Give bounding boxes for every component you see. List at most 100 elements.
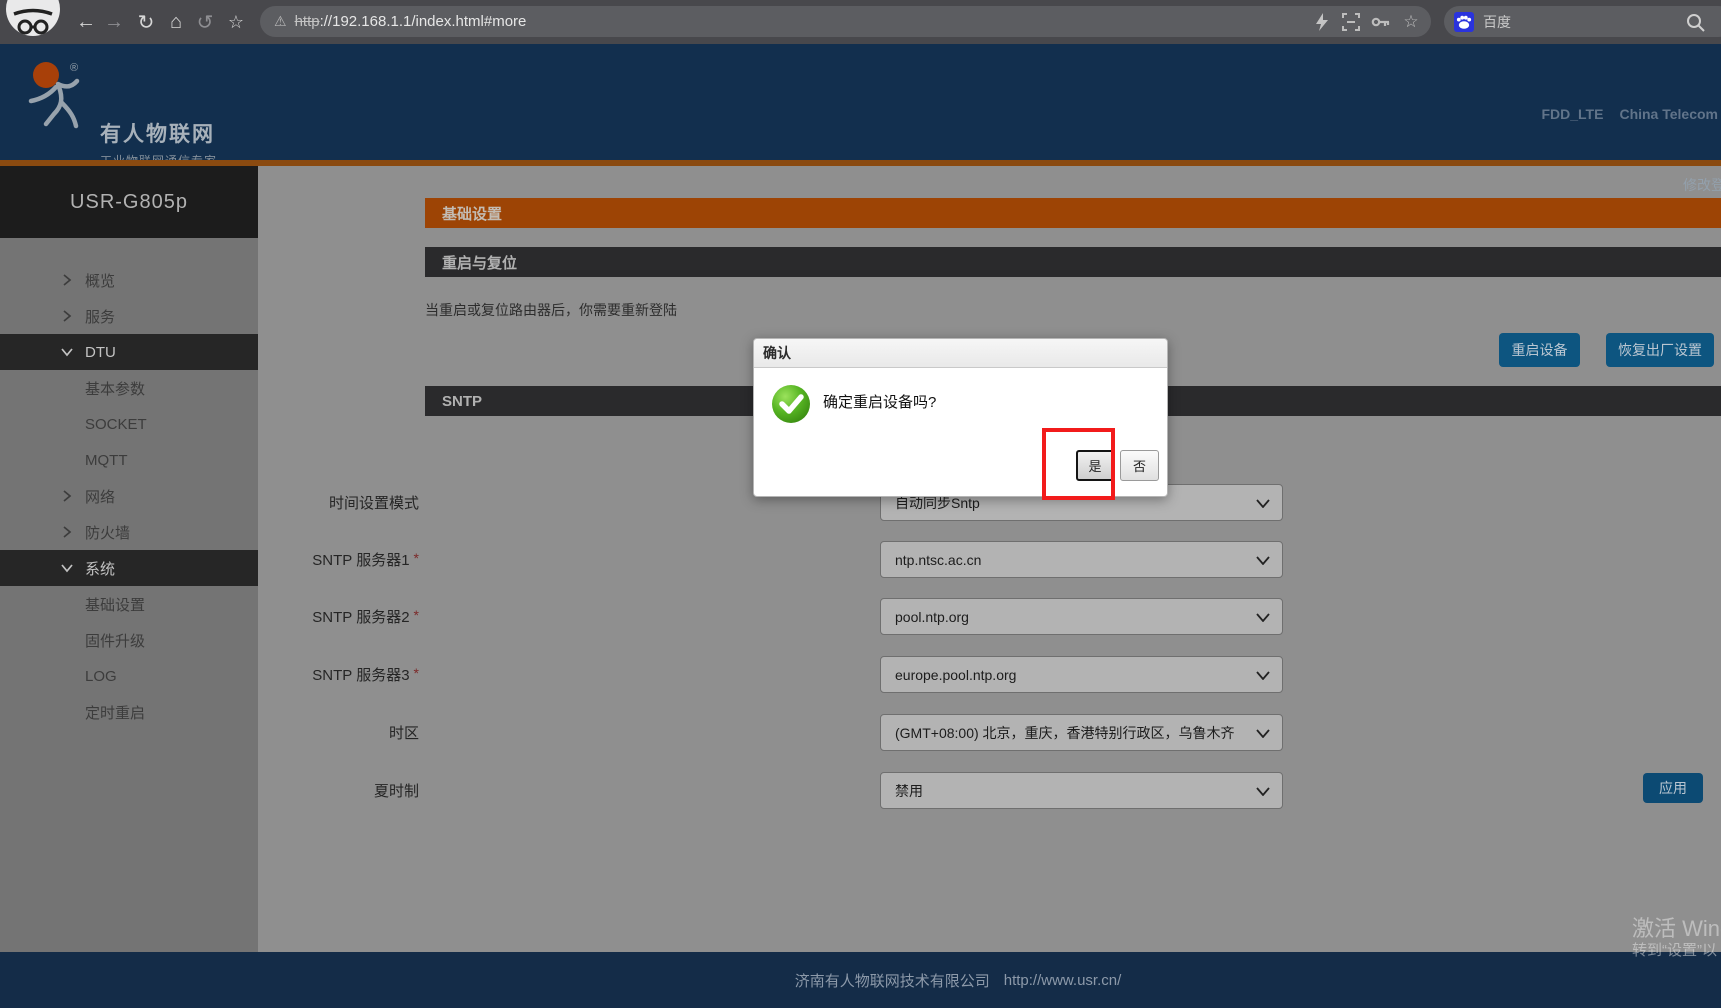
magnifier-icon[interactable] (1686, 13, 1705, 32)
sntp-server1-select[interactable]: ntp.ntsc.ac.cn (880, 541, 1283, 578)
page-title-bar: 基础设置 (425, 198, 1721, 228)
reload-button[interactable]: ↻ (131, 0, 161, 44)
sidebar-item-firewall[interactable]: 防火墙 (0, 514, 258, 550)
url-text: ://192.168.1.1/index.html#more (319, 13, 527, 30)
sntp-server2-select[interactable]: pool.ntp.org (880, 598, 1283, 635)
daylight-saving-select[interactable]: 禁用 (880, 772, 1283, 809)
chevron-down-icon (60, 561, 74, 575)
field-label: 时区 (388, 725, 419, 742)
sidebar-item-basic-settings[interactable]: 基础设置 (0, 586, 258, 622)
factory-reset-button[interactable]: 恢复出厂设置 (1606, 333, 1714, 367)
field-label: 夏时制 (373, 783, 419, 800)
page-header: ® 有人物联网 工业物联网通信专家 FDD_LTE China Telecom … (0, 44, 1721, 193)
rotate-icon[interactable]: ↺ (190, 0, 220, 44)
sidebar-item-overview[interactable]: 概览 (0, 262, 258, 298)
forward-button[interactable]: → (99, 0, 129, 44)
sntp-server3-select[interactable]: europe.pool.ntp.org (880, 656, 1283, 693)
favorite-star-icon[interactable]: ☆ (1401, 12, 1421, 32)
field-label: SNTP 服务器1 (312, 552, 410, 569)
lightning-icon[interactable] (1311, 12, 1331, 32)
select-value: pool.ntp.org (895, 608, 969, 625)
form-row: 时区 (GMT+08:00) 北京，重庆，香港特别行政区，乌鲁木齐 (389, 714, 1288, 751)
chevron-right-icon (60, 309, 74, 323)
form-row: SNTP 服务器1 * ntp.ntsc.ac.cn (312, 541, 1288, 578)
network-status: FDD_LTE China Telecom (1541, 106, 1718, 122)
field-label: 时间设置模式 (328, 495, 419, 512)
select-value: 禁用 (895, 782, 923, 799)
apply-button[interactable]: 应用 (1643, 773, 1703, 803)
sidebar-item-log[interactable]: LOG (0, 658, 258, 694)
footer-website-link[interactable]: http://www.usr.cn/ (1004, 972, 1122, 989)
chevron-right-icon (60, 489, 74, 503)
section-title: 重启与复位 (442, 254, 518, 272)
section-restart-header: 重启与复位 (425, 247, 1721, 277)
carrier-name: China Telecom (1619, 106, 1718, 122)
dialog-no-button[interactable]: 否 (1120, 450, 1159, 481)
bookmark-star-icon[interactable]: ☆ (221, 0, 251, 44)
sidebar-menu: 概览 服务 DTU 基本参数 SOCKET MQTT 网络 防火墙 系统 基础设… (0, 262, 258, 730)
annotation-highlight-box (1042, 428, 1115, 500)
brand-title: 有人物联网 (100, 123, 215, 146)
sidebar-item-label: 概览 (85, 272, 116, 290)
sidebar-item-label: 定时重启 (85, 704, 146, 722)
timezone-select[interactable]: (GMT+08:00) 北京，重庆，香港特别行政区，乌鲁木齐 (880, 714, 1283, 751)
chevron-down-icon (1256, 499, 1270, 508)
change-password-link[interactable]: 修改登 (1683, 175, 1721, 195)
sidebar-item-label: 防火墙 (85, 524, 131, 542)
sidebar-item-label: 服务 (85, 308, 116, 326)
sidebar-item-label: LOG (85, 667, 117, 685)
chevron-right-icon (60, 273, 74, 287)
windows-activation-watermark-line2: 转到“设置”以 (1632, 942, 1717, 959)
dialog-title-bar[interactable]: 确认 (754, 339, 1167, 368)
sidebar-item-label: 基础设置 (85, 596, 146, 614)
home-button[interactable]: ⌂ (161, 0, 191, 44)
back-button[interactable]: ← (71, 0, 101, 44)
sidebar-item-mqtt[interactable]: MQTT (0, 442, 258, 478)
device-model-title: USR-G805p (0, 166, 258, 238)
sidebar-item-label: 固件升级 (85, 632, 146, 650)
form-row: SNTP 服务器3 * europe.pool.ntp.org (312, 656, 1288, 693)
sidebar-item-label: 基本参数 (85, 380, 146, 398)
baidu-logo-icon (1454, 11, 1474, 32)
required-marker: * (413, 664, 419, 681)
sidebar-item-socket[interactable]: SOCKET (0, 406, 258, 442)
footer-company: 济南有人物联网技术有限公司 (794, 972, 990, 990)
section-title: SNTP (442, 392, 483, 410)
field-label: SNTP 服务器3 (312, 667, 410, 684)
usr-logo-icon: ® (26, 58, 96, 138)
header-accent-line (0, 160, 1721, 166)
required-marker: * (413, 549, 419, 566)
required-marker: * (413, 606, 419, 623)
browser-toolbar: ← → ↻ ⌂ ↺ ☆ ⚠ http://192.168.1.1/index.h… (0, 0, 1721, 44)
reader-mode-icon[interactable] (1341, 12, 1361, 32)
sidebar-item-network[interactable]: 网络 (0, 478, 258, 514)
select-value: europe.pool.ntp.org (895, 666, 1017, 683)
sidebar-item-basic-params[interactable]: 基本参数 (0, 370, 258, 406)
dialog-message: 确定重启设备吗? (823, 394, 937, 411)
dialog-title: 确认 (763, 345, 791, 361)
password-key-icon[interactable] (1371, 12, 1391, 32)
restart-device-button[interactable]: 重启设备 (1499, 333, 1580, 367)
incognito-avatar-icon[interactable] (4, 0, 62, 38)
chevron-down-icon (1256, 613, 1270, 622)
sidebar-item-scheduled-restart[interactable]: 定时重启 (0, 694, 258, 730)
address-bar[interactable]: ⚠ http://192.168.1.1/index.html#more ☆ (260, 6, 1431, 37)
select-value: ntp.ntsc.ac.cn (895, 551, 982, 568)
sidebar-item-label: MQTT (85, 451, 128, 469)
form-row: SNTP 服务器2 * pool.ntp.org (312, 598, 1288, 635)
search-box[interactable]: 百度 (1444, 6, 1721, 37)
chevron-down-icon (1256, 671, 1270, 680)
network-mode: FDD_LTE (1541, 106, 1604, 122)
sidebar-item-label: 系统 (85, 560, 116, 578)
chevron-right-icon (60, 525, 74, 539)
chevron-down-icon (60, 345, 74, 359)
url-scheme: http (294, 13, 320, 30)
sidebar-item-system[interactable]: 系统 (0, 550, 258, 586)
sidebar-item-firmware-upgrade[interactable]: 固件升级 (0, 622, 258, 658)
sidebar-item-dtu[interactable]: DTU (0, 334, 258, 370)
select-value: (GMT+08:00) 北京，重庆，香港特别行政区，乌鲁木齐 (895, 724, 1235, 741)
field-label: SNTP 服务器2 (312, 609, 410, 626)
chevron-down-icon (1256, 787, 1270, 796)
sidebar-item-services[interactable]: 服务 (0, 298, 258, 334)
page-title: 基础设置 (442, 205, 503, 223)
